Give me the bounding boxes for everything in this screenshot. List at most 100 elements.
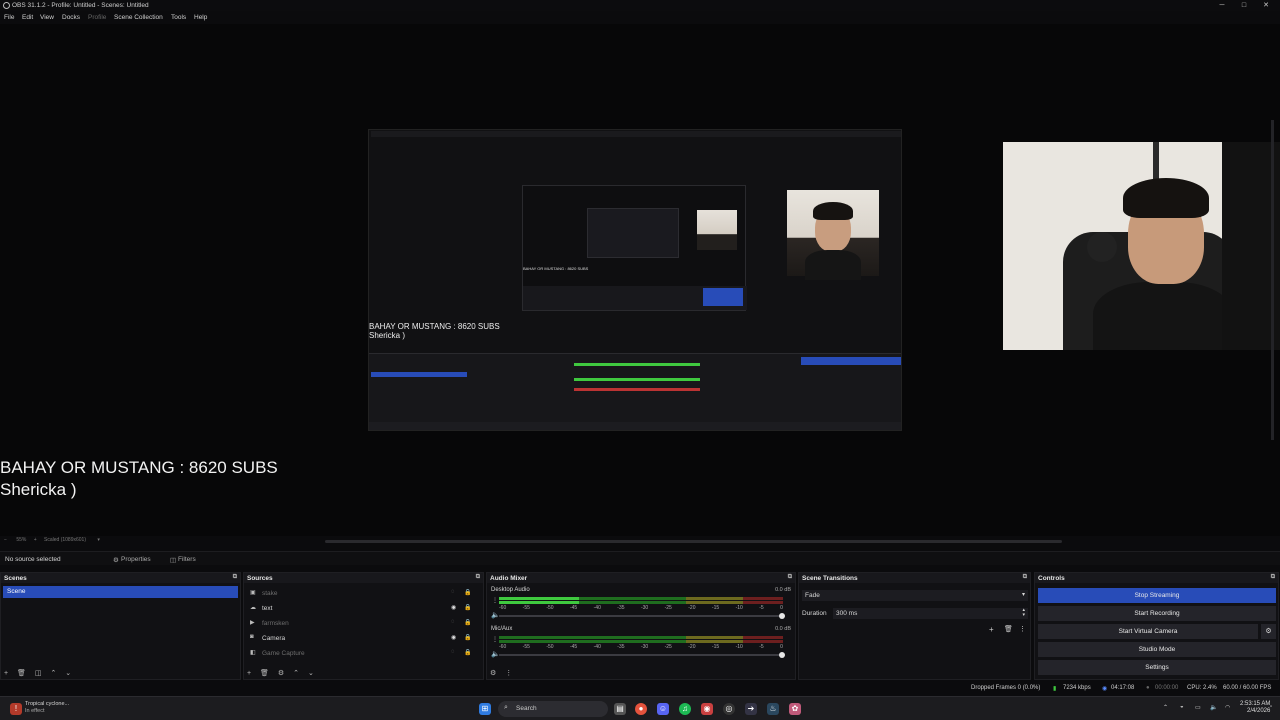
remove-transition-icon[interactable]: 🗑 — [1004, 625, 1013, 633]
zoom-level: 55% — [16, 537, 27, 543]
source-item[interactable]: ◧ Game Capture ◌ 🔒 — [248, 648, 476, 660]
controls-header: Controls — [1038, 575, 1065, 582]
stream-icon: ◉ — [1102, 686, 1108, 692]
lock-icon[interactable]: 🔒 — [464, 604, 471, 611]
maximize-button[interactable]: □ — [1238, 1, 1250, 10]
hidden-eye-icon[interactable]: ◌ — [451, 589, 455, 595]
properties-button[interactable]: Properties — [121, 556, 151, 563]
dock-undock-icon[interactable]: ⧉ — [788, 574, 792, 581]
minimize-button[interactable]: ─ — [1216, 1, 1228, 10]
scene-item[interactable]: Scene — [3, 586, 238, 598]
advanced-audio-icon[interactable]: ⚙ — [490, 670, 496, 677]
desktop-audio-label: Desktop Audio — [491, 587, 530, 593]
source-item[interactable]: ◙ Camera ◉ 🔒 — [248, 633, 476, 645]
chevron-down-icon[interactable]: ▾ — [97, 537, 100, 543]
virtual-camera-settings-icon[interactable]: ⚙ — [1261, 624, 1276, 639]
move-down-icon[interactable]: ⌄ — [308, 670, 314, 677]
move-down-icon[interactable]: ⌄ — [65, 670, 71, 677]
preview-canvas[interactable]: BAHAY OR MUSTANG : 8620 SUBS BAHAY OR MU… — [0, 24, 1280, 536]
steam-icon[interactable]: ♨ — [767, 703, 779, 715]
transition-menu-icon[interactable]: ⋮ — [1019, 625, 1026, 633]
add-scene-icon[interactable]: + — [4, 670, 8, 677]
stop-streaming-button[interactable]: Stop Streaming — [1038, 588, 1276, 603]
menu-profile[interactable]: Profile — [88, 14, 106, 21]
filters-button[interactable]: Filters — [178, 556, 196, 563]
discord-icon[interactable]: ☺ — [657, 703, 669, 715]
browser-icon[interactable]: ◎ — [723, 703, 735, 715]
eye-icon[interactable]: ◉ — [451, 634, 456, 641]
lock-icon[interactable]: 🔒 — [464, 649, 471, 656]
menu-docks[interactable]: Docks — [62, 14, 80, 21]
mic-aux-label: Mic/Aux — [491, 626, 513, 632]
preview-vertical-scrollbar[interactable] — [1271, 120, 1274, 440]
add-transition-icon[interactable]: + — [989, 625, 994, 634]
preview-zoom-row: − 55% + Scaled (1089x601) ▾ — [4, 537, 100, 543]
lock-icon[interactable]: 🔒 — [464, 619, 471, 626]
preview-horizontal-scrollbar[interactable] — [325, 540, 1062, 543]
mixer-menu-icon[interactable]: ⋮ — [505, 670, 512, 677]
status-bar: Dropped Frames 0 (0.0%) ▮ 7234 kbps ◉ 04… — [0, 683, 1280, 695]
transition-select[interactable]: Fade ▾ — [802, 590, 1028, 601]
menu-file[interactable]: File — [4, 14, 14, 21]
captured-camera-thumbnail — [787, 190, 879, 280]
app-icon-2[interactable]: ✿ — [789, 703, 801, 715]
source-item[interactable]: ▶ farmsken ◌ 🔒 — [248, 618, 476, 630]
stepper-icon[interactable]: ▴ ▾ — [1022, 608, 1025, 618]
obs-logo-icon — [3, 2, 10, 9]
chrome-icon[interactable]: ● — [635, 703, 647, 715]
more-options-icon[interactable]: ⋮ — [492, 597, 498, 604]
battery-icon[interactable]: ▭ — [1195, 704, 1201, 711]
mic-aux-meter-right — [499, 640, 783, 643]
dock-undock-icon[interactable]: ⧉ — [233, 574, 237, 581]
source-item[interactable]: ▣ stake ◌ 🔒 — [248, 588, 476, 600]
more-options-icon[interactable]: ⋮ — [492, 636, 498, 643]
source-properties-icon[interactable]: ⚙ — [278, 670, 284, 677]
dock-undock-icon[interactable]: ⧉ — [1023, 574, 1027, 581]
studio-mode-button[interactable]: Studio Mode — [1038, 642, 1276, 657]
move-up-icon[interactable]: ⌃ — [293, 670, 299, 677]
lock-icon[interactable]: 🔒 — [464, 634, 471, 641]
chevron-up-icon[interactable]: ⌃ — [1163, 704, 1168, 711]
app-icon[interactable]: ➔ — [745, 703, 757, 715]
mic-aux-volume-slider[interactable] — [499, 652, 785, 658]
windows-start-icon[interactable]: ⊞ — [479, 703, 491, 715]
task-view-icon[interactable]: ▤ — [614, 703, 626, 715]
lock-icon[interactable]: 🔒 — [464, 589, 471, 596]
taskbar-search[interactable]: ⌕ Search — [498, 701, 608, 717]
remove-source-icon[interactable]: 🗑 — [260, 670, 269, 677]
remove-scene-icon[interactable]: 🗑 — [17, 670, 26, 677]
spotify-icon[interactable]: ♫ — [679, 703, 691, 715]
hidden-eye-icon[interactable]: ◌ — [451, 649, 455, 655]
settings-button[interactable]: Settings — [1038, 660, 1276, 675]
menu-help[interactable]: Help — [194, 14, 207, 21]
start-recording-button[interactable]: Start Recording — [1038, 606, 1276, 621]
menu-tools[interactable]: Tools — [171, 14, 186, 21]
duration-input[interactable]: 300 ms ▴ ▾ — [833, 608, 1028, 619]
add-source-icon[interactable]: + — [247, 670, 251, 677]
clock[interactable]: 2:53:15 AM 2/4/2026 — [1240, 701, 1270, 715]
weather-widget[interactable]: Tropical cyclone... In effect — [25, 701, 69, 715]
source-item[interactable]: ☁ text ◉ 🔒 — [248, 603, 476, 615]
start-virtual-camera-button[interactable]: Start Virtual Camera — [1038, 624, 1258, 639]
menu-edit[interactable]: Edit — [22, 14, 33, 21]
stream-time: 04:17:08 — [1111, 685, 1135, 691]
camera-icon: ◙ — [250, 634, 254, 640]
close-button[interactable]: ✕ — [1260, 1, 1272, 10]
menu-scene-collection[interactable]: Scene Collection — [114, 14, 163, 21]
move-up-icon[interactable]: ⌃ — [50, 670, 56, 677]
volume-icon[interactable]: 🔈 — [1210, 704, 1217, 711]
hidden-eye-icon[interactable]: ◌ — [451, 619, 455, 625]
notification-icon[interactable]: ▫ — [1270, 704, 1272, 710]
zoom-in-icon[interactable]: + — [34, 537, 37, 543]
desktop-audio-volume-slider[interactable] — [499, 613, 785, 619]
obs-taskbar-icon[interactable]: ◉ — [701, 703, 713, 715]
weather-icon[interactable]: ! — [10, 703, 22, 715]
scene-filters-icon[interactable]: ◫ — [35, 670, 42, 677]
network-icon[interactable]: ◒ — [1180, 704, 1184, 710]
wifi-icon[interactable]: ◠ — [1225, 704, 1230, 711]
eye-icon[interactable]: ◉ — [451, 604, 456, 611]
dock-undock-icon[interactable]: ⧉ — [476, 574, 480, 581]
menu-view[interactable]: View — [40, 14, 54, 21]
dock-undock-icon[interactable]: ⧉ — [1271, 574, 1275, 581]
zoom-out-icon[interactable]: − — [4, 537, 7, 543]
